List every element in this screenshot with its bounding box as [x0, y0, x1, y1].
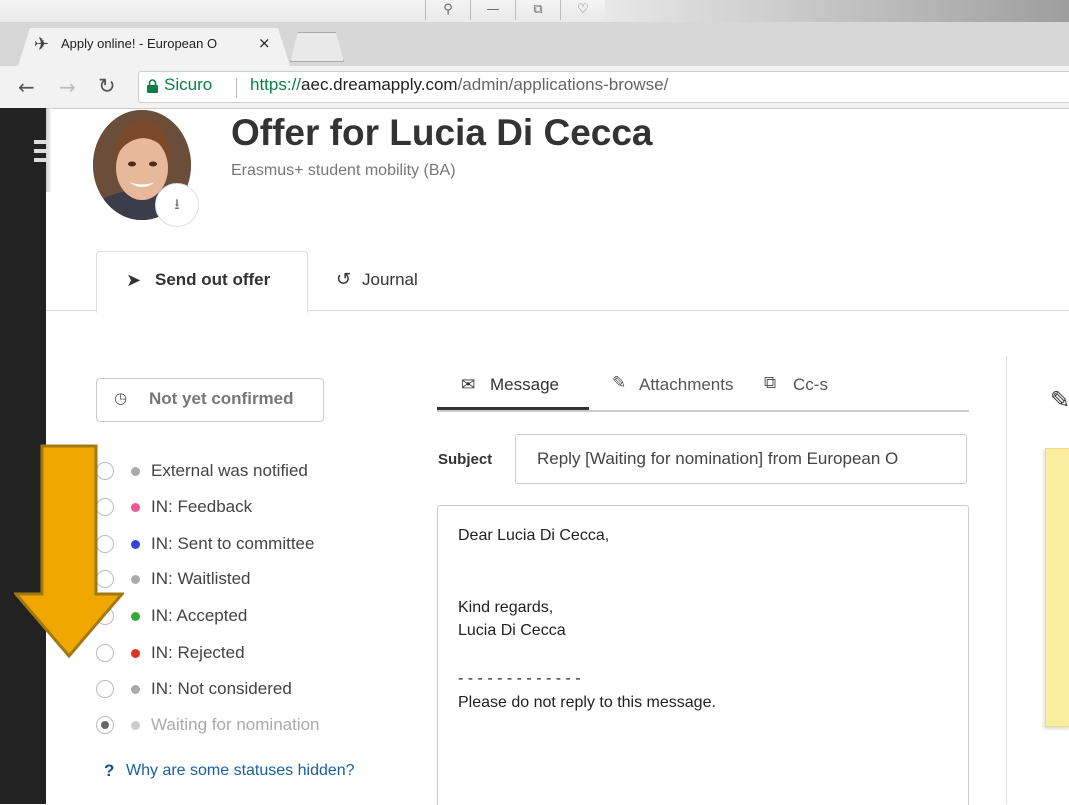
- status-color-dot: [131, 540, 140, 549]
- forward-arrow-icon[interactable]: →: [59, 75, 76, 99]
- paperclip-icon: ✎: [612, 373, 627, 393]
- status-option[interactable]: IN: Not considered: [96, 676, 396, 704]
- tab-send-out-offer-label[interactable]: Send out offer: [155, 270, 270, 290]
- status-badge-label: Not yet confirmed: [149, 389, 294, 408]
- tab-message[interactable]: Message: [490, 375, 559, 395]
- tab-attachments[interactable]: Attachments: [639, 375, 734, 395]
- status-option-label: IN: Waitlisted: [151, 569, 251, 588]
- help-question-icon: ?: [104, 761, 115, 780]
- copy-icon: ⧉: [764, 373, 777, 393]
- paper-plane-icon: ✈: [34, 34, 50, 55]
- message-body-editor[interactable]: [437, 505, 969, 805]
- body-line: Lucia Di Cecca: [458, 622, 566, 639]
- status-option[interactable]: IN: Rejected: [96, 640, 396, 668]
- status-option[interactable]: IN: Accepted: [96, 603, 396, 631]
- secure-label: Sicuro: [164, 75, 213, 94]
- clock-icon: ◷: [114, 389, 128, 407]
- status-radio[interactable]: [96, 716, 114, 734]
- status-option-label: Waiting for nomination: [151, 715, 320, 734]
- pencil-icon[interactable]: ✎: [1050, 386, 1069, 414]
- restore-icon[interactable]: ⧉: [515, 0, 560, 20]
- url-host: aec.dreamapply.com: [301, 75, 458, 94]
- menu-icon[interactable]: [34, 140, 48, 166]
- reload-icon[interactable]: ↻: [98, 74, 116, 98]
- status-option[interactable]: Waiting for nomination: [96, 712, 396, 740]
- status-option-label: IN: Sent to committee: [151, 534, 315, 553]
- paper-plane-icon: ➤: [126, 270, 142, 291]
- status-option[interactable]: IN: Sent to committee: [96, 531, 396, 559]
- body-line: - - - - - - - - - - - - -: [458, 670, 581, 687]
- status-color-dot: [131, 612, 140, 621]
- window-controls: ⚲ — ⧉ ♡: [425, 0, 605, 22]
- compose-tabs-divider: [437, 410, 969, 412]
- history-icon: ↺: [336, 269, 352, 290]
- minimize-icon[interactable]: —: [470, 0, 515, 20]
- status-color-dot: [131, 685, 140, 694]
- status-option-label: External was notified: [151, 461, 308, 480]
- body-line: Dear Lucia Di Cecca,: [458, 527, 610, 544]
- new-tab-button[interactable]: [290, 32, 344, 62]
- panel-divider: [1006, 356, 1007, 804]
- back-arrow-icon[interactable]: ←: [18, 75, 35, 99]
- hidden-statuses-help-link[interactable]: Why are some statuses hidden?: [126, 762, 355, 780]
- page-subtitle: Erasmus+ student mobility (BA): [231, 162, 456, 179]
- body-line: Please do not reply to this message.: [458, 694, 716, 711]
- tab-cc[interactable]: Cc-s: [793, 375, 828, 395]
- search-window-icon[interactable]: ⚲: [425, 0, 470, 20]
- envelope-icon: ✉: [461, 375, 476, 395]
- divider: [236, 78, 237, 98]
- status-option-label: IN: Not considered: [151, 679, 292, 698]
- browser-tab-title[interactable]: Apply online! - European O: [61, 36, 259, 51]
- active-tab-indicator: [437, 407, 589, 410]
- desktop-background: [605, 0, 1069, 22]
- down-arrow-annotation: [14, 444, 124, 658]
- status-option[interactable]: External was notified: [96, 458, 396, 486]
- subject-input[interactable]: [515, 434, 967, 484]
- status-color-dot: [131, 575, 140, 584]
- heart-icon[interactable]: ♡: [560, 0, 605, 20]
- status-radio[interactable]: [96, 680, 114, 698]
- sticky-note[interactable]: [1045, 448, 1069, 727]
- status-option[interactable]: IN: Feedback: [96, 494, 396, 522]
- download-icon[interactable]: ⭳: [155, 183, 199, 227]
- status-option-label: IN: Rejected: [151, 643, 245, 662]
- status-color-dot: [131, 649, 140, 658]
- page-title: Offer for Lucia Di Cecca: [231, 112, 653, 153]
- status-option[interactable]: IN: Waitlisted: [96, 566, 396, 594]
- status-color-dot: [131, 721, 140, 730]
- body-line: Kind regards,: [458, 599, 554, 616]
- status-color-dot: [131, 467, 140, 476]
- subject-label: Subject: [438, 451, 493, 468]
- status-color-dot: [131, 503, 140, 512]
- status-option-label: IN: Accepted: [151, 606, 248, 625]
- tab-journal[interactable]: Journal: [362, 270, 418, 290]
- url-text[interactable]: https://aec.dreamapply.com/admin/applica…: [250, 75, 668, 95]
- url-scheme: https://: [250, 75, 302, 94]
- status-option-label: IN: Feedback: [151, 497, 253, 516]
- lock-icon: [147, 79, 158, 93]
- url-path: /admin/applications-browse/: [457, 75, 669, 94]
- close-tab-icon[interactable]: ×: [258, 34, 271, 52]
